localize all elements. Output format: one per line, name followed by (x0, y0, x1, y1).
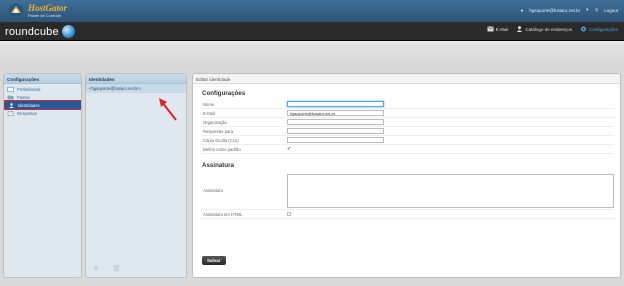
signature-label: Assinatura (203, 188, 223, 193)
trash-icon (113, 265, 119, 272)
name-label: Nome (203, 101, 215, 107)
default-row: Definir como padrão ✔ (201, 145, 614, 154)
user-info: ● hgsuporte@fusiaro.net.br ▾ ➲ Logout (521, 7, 618, 13)
save-button[interactable]: Salvar (202, 256, 226, 265)
toolbar-divider (0, 41, 624, 43)
organization-label: Organização (203, 119, 227, 125)
host-topbar: HostGator Painel de Controle ● hgsuporte… (0, 0, 624, 22)
sidebar-item-label: Preferências (17, 86, 41, 92)
nav-email-label: E-Mail (495, 26, 509, 32)
app-name: roundcube (5, 25, 59, 38)
sidebar-item-folders[interactable]: Pastas (4, 93, 81, 101)
default-label: Definir como padrão (203, 146, 241, 152)
add-identity-button[interactable]: + (92, 264, 100, 273)
html-signature-label: Assinatura em HTML (203, 211, 243, 217)
organization-field[interactable] (287, 118, 384, 126)
sidebar-item-label: Identidades (18, 102, 40, 108)
identities-icon (9, 102, 14, 108)
edit-identity-panel: Editar identidade Configurações Nome E-M… (192, 73, 621, 278)
bcc-row: Cópia Oculta (Cco) (201, 136, 614, 145)
html-signature-row: Assinatura em HTML (201, 210, 614, 219)
reply-to-field[interactable] (287, 127, 384, 135)
nav-email[interactable]: E-Mail (486, 26, 509, 32)
app-header: roundcube E-Mail Catálogo de endereços C… (0, 22, 624, 41)
toolbar (0, 41, 624, 71)
name-row: Nome (201, 100, 614, 109)
email-label: E-Mail (203, 110, 215, 116)
chevron-down-icon[interactable]: ▾ (586, 7, 588, 13)
nav-contacts[interactable]: Catálogo de endereços (516, 26, 572, 32)
sidebar-item-label: Respostas (17, 110, 37, 116)
edit-identity-header: Editar identidade (193, 74, 620, 84)
preferences-icon (7, 86, 14, 92)
nav-settings-label: Configurações (588, 26, 618, 32)
signature-textarea[interactable] (286, 173, 614, 208)
name-field[interactable] (287, 100, 384, 108)
contacts-icon (517, 26, 523, 32)
logout-icon[interactable]: ➲ (594, 7, 598, 13)
folders-icon (7, 95, 14, 99)
email-field[interactable]: hgsuporte@fusiaro.net.br (287, 109, 384, 117)
nav-settings[interactable]: Configurações (580, 26, 618, 32)
bcc-field[interactable] (287, 136, 384, 144)
sidebar-item-preferences[interactable]: Preferências (4, 85, 81, 93)
signature-row: Assinatura (201, 172, 614, 210)
roundcube-logo-icon (61, 25, 75, 38)
user-icon: ● (520, 7, 524, 13)
brand-subtitle: Painel de Controle (28, 13, 61, 18)
sidebar-item-identities[interactable]: Identidades (4, 100, 81, 110)
app-logo[interactable]: roundcube (5, 25, 75, 38)
responses-icon (7, 110, 14, 116)
default-checkbox[interactable]: ✔ (287, 146, 292, 152)
settings-sidebar: Configurações Preferências Pastas Identi… (3, 73, 82, 278)
logout-link[interactable]: Logout (604, 8, 618, 13)
delete-identity-button[interactable] (112, 264, 120, 272)
identities-header: Identidades (86, 74, 186, 84)
html-signature-checkbox[interactable] (287, 212, 291, 216)
sidebar-item-label: Pastas (17, 94, 30, 100)
signature-section-title: Assinatura (202, 162, 234, 169)
brand-name: HostGator (28, 3, 68, 13)
user-email[interactable]: hgsuporte@fusiaro.net.br (529, 8, 580, 13)
annotation-arrow-icon (159, 98, 177, 121)
reply-to-row: Responder para (201, 127, 614, 136)
reply-to-label: Responder para (203, 128, 234, 134)
settings-section-title: Configurações (202, 90, 246, 97)
nav-contacts-label: Catálogo de endereços (525, 26, 572, 32)
envelope-icon (486, 26, 494, 32)
sidebar-item-responses[interactable]: Respostas (4, 109, 81, 117)
hostgator-logo-icon (9, 3, 23, 18)
bcc-label: Cópia Oculta (Cco) (203, 137, 239, 143)
email-row: E-Mail hgsuporte@fusiaro.net.br (201, 109, 614, 118)
gear-icon (580, 26, 586, 32)
organization-row: Organização (201, 118, 614, 127)
settings-sidebar-header: Configurações (4, 74, 81, 84)
top-navigation: E-Mail Catálogo de endereços Configuraçõ… (486, 26, 618, 32)
